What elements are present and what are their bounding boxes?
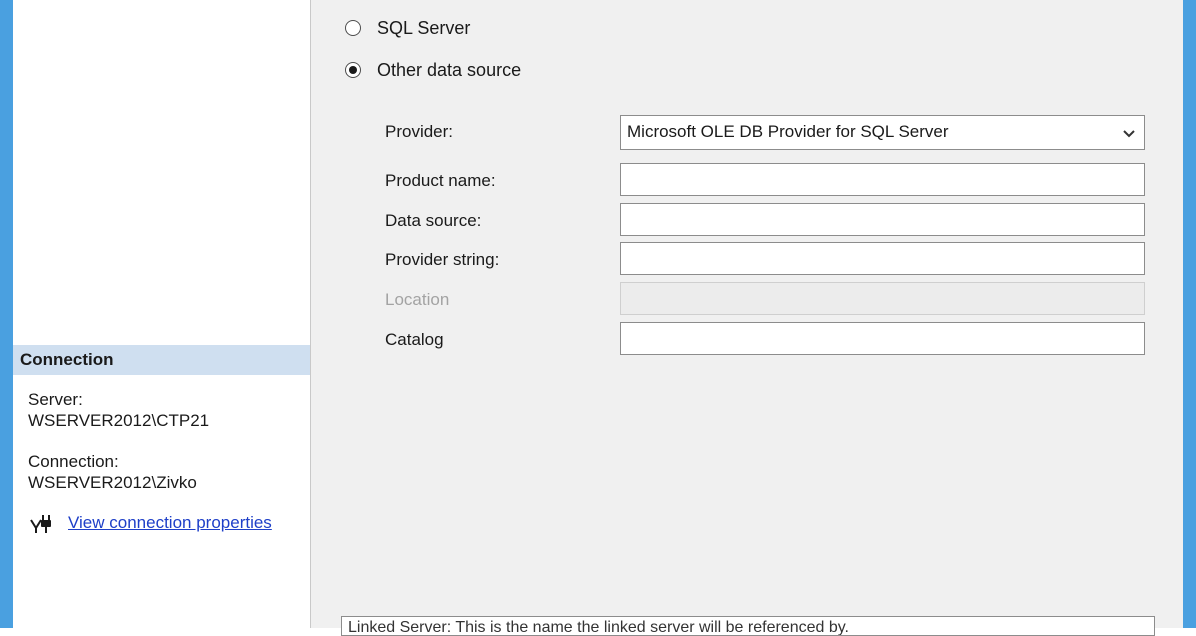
radio-other-data-source-button[interactable] — [345, 62, 361, 78]
provider-select[interactable]: Microsoft OLE DB Provider for SQL Server — [620, 115, 1145, 150]
view-connection-properties-row[interactable]: View connection properties — [28, 511, 272, 535]
connection-label: Connection: — [28, 452, 119, 471]
chevron-down-icon — [1123, 130, 1135, 138]
provider-select-value: Microsoft OLE DB Provider for SQL Server — [627, 122, 949, 141]
radio-other-data-source-label: Other data source — [377, 59, 522, 80]
connection-header-label: Connection — [20, 350, 114, 369]
right-pane: SQL Server Other data source Provider: M… — [311, 0, 1183, 636]
server-label: Server: — [28, 390, 83, 409]
connection-value: WSERVER2012\Zivko — [28, 473, 197, 492]
provider-label: Provider: — [385, 122, 454, 141]
catalog-label: Catalog — [385, 330, 444, 349]
window-frame-left — [0, 0, 13, 628]
description-box: Linked Server: This is the name the link… — [341, 616, 1155, 636]
provider-string-input[interactable] — [620, 242, 1145, 275]
catalog-input[interactable] — [620, 322, 1145, 355]
data-source-input[interactable] — [620, 203, 1145, 236]
provider-string-label: Provider string: — [385, 250, 500, 269]
radio-sql-server-button[interactable] — [345, 20, 361, 36]
window-frame-right — [1183, 0, 1196, 628]
location-label: Location — [385, 290, 450, 309]
radio-sql-server-label: SQL Server — [377, 17, 471, 38]
product-name-input[interactable] — [620, 163, 1145, 196]
radio-sql-server[interactable]: SQL Server — [345, 16, 470, 40]
radio-other-data-source[interactable]: Other data source — [345, 58, 521, 82]
product-name-label: Product name: — [385, 171, 496, 190]
connection-section-header: Connection — [13, 345, 310, 375]
plug-icon — [30, 515, 51, 533]
data-source-label: Data source: — [385, 211, 482, 230]
view-connection-properties-link[interactable]: View connection properties — [68, 513, 272, 533]
left-pane: Connection Server: WSERVER2012\CTP21 Con… — [13, 0, 311, 628]
server-value: WSERVER2012\CTP21 — [28, 411, 210, 430]
location-input — [620, 282, 1145, 315]
